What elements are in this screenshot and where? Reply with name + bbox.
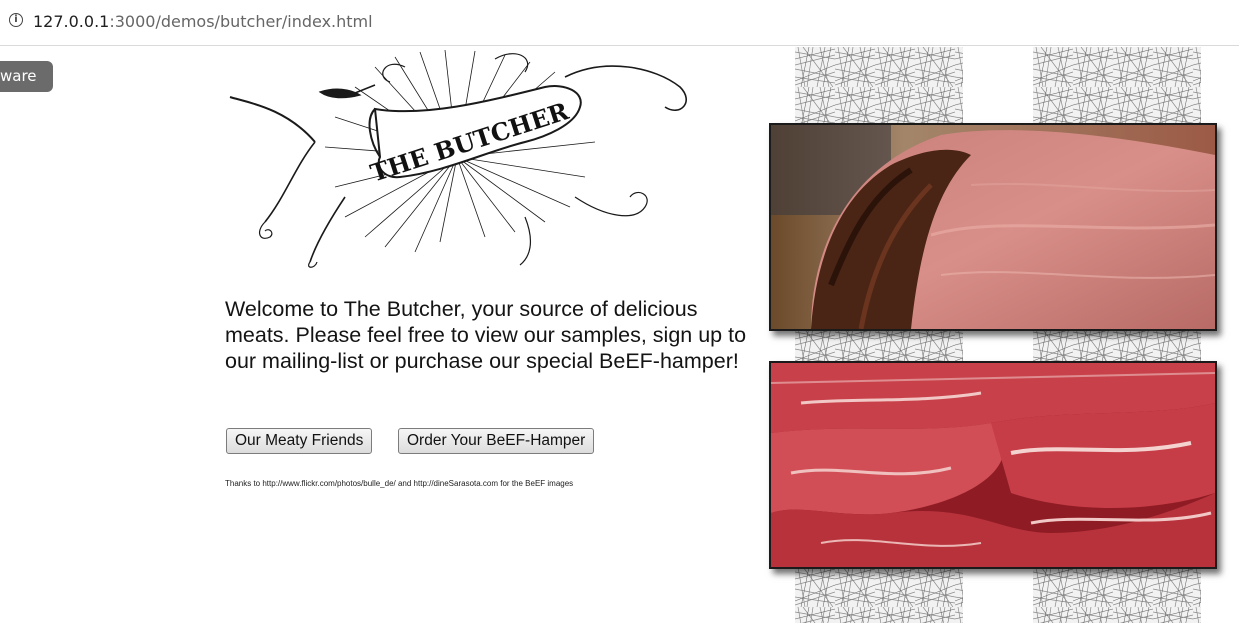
order-hamper-button[interactable]: Order Your BeEF-Hamper — [398, 428, 595, 454]
url-host: 127.0.0.1 — [33, 12, 110, 31]
butcher-logo: THE BUTCHER — [229, 49, 687, 268]
info-icon[interactable]: i — [9, 13, 23, 27]
address-bar[interactable]: i 127.0.0.1:3000/demos/butcher/index.htm… — [0, 0, 1239, 46]
url-path: :3000/demos/butcher/index.html — [109, 12, 373, 31]
meaty-friends-button[interactable]: Our Meaty Friends — [226, 428, 373, 454]
raw-beef-photo — [769, 361, 1217, 569]
roast-beef-photo — [769, 123, 1217, 331]
extension-badge[interactable]: ware — [0, 61, 53, 92]
image-credits: Thanks to http://www.flickr.com/photos/b… — [225, 479, 574, 488]
welcome-text: Welcome to The Butcher, your source of d… — [225, 297, 747, 373]
url-text[interactable]: 127.0.0.1:3000/demos/butcher/index.html — [33, 12, 373, 31]
